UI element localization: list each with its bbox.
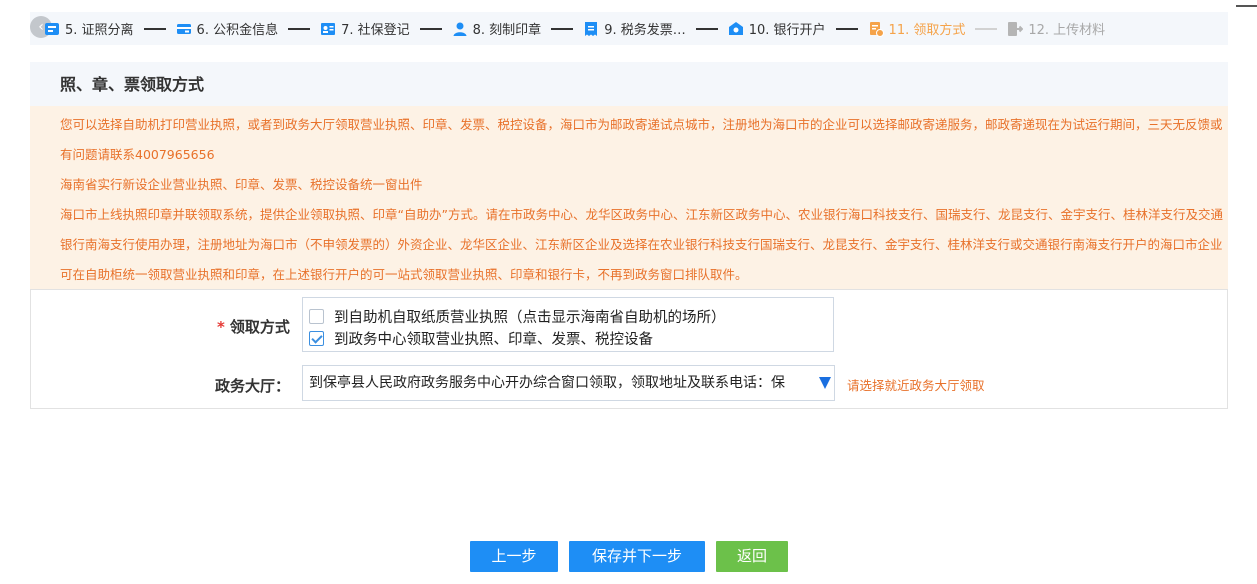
notice-box: 您可以选择自助机打印营业执照，或者到政务大厅领取营业执照、印章、发票、税控设备，… (30, 106, 1228, 289)
option-label[interactable]: 到自助机自取纸质营业执照（点击显示海南省自助机的场所） (334, 306, 726, 327)
step-label: 8. 刻制印章 (472, 23, 542, 38)
save-next-button[interactable]: 保存并下一步 (569, 541, 705, 572)
hall-label: 政务大厅： (215, 377, 291, 395)
option-label[interactable]: 到政务中心领取营业执照、印章、发票、税控设备 (334, 328, 653, 349)
pickup-form: * 领取方式 到自助机自取纸质营业执照（点击显示海南省自助机的场所） 到政务中心领… (30, 289, 1228, 409)
step-label: 5. 证照分离 (65, 23, 134, 38)
exit-icon (1008, 21, 1024, 36)
notice-line: 海口市上线执照印章并联领取系统，提供企业领取执照、印章“自助办”方式。请在市政务… (60, 207, 1223, 282)
step-9[interactable]: 9. 税务发票… (583, 19, 686, 38)
step-connector (288, 27, 311, 30)
hall-select[interactable]: 到保亭县人民政府政务服务中心开办综合窗口领取，领取地址及联系电话：保 (302, 365, 835, 401)
pickup-options: 到自助机自取纸质营业执照（点击显示海南省自助机的场所） 到政务中心领取营业执照、… (302, 297, 834, 352)
step-6[interactable]: 6. 公积金信息 (176, 19, 279, 38)
dropdown-arrow-icon[interactable] (819, 377, 831, 389)
step-label: 11. 领取方式 (888, 23, 966, 38)
pickup-method-text: 领取方式 (229, 318, 290, 336)
required-mark: * (217, 318, 225, 336)
notice-line: 海南省实行新设企业营业执照、印章、发票、税控设备统一窗出件 (60, 177, 423, 192)
back-button[interactable]: 返回 (716, 541, 788, 572)
hall-select-value: 到保亭县人民政府政务服务中心开办综合窗口领取，领取地址及联系电话：保 (309, 375, 785, 391)
step-connector (835, 27, 858, 30)
step-label: 7. 社保登记 (341, 23, 410, 38)
id-card-icon (321, 22, 336, 35)
step-10[interactable]: 10. 银行开户 (728, 19, 826, 38)
pickup-method-label: * 领取方式 (217, 316, 290, 337)
user-icon (453, 22, 467, 36)
step-8[interactable]: 8. 刻制印章 (452, 19, 542, 38)
step-connector (975, 27, 998, 30)
step-11[interactable]: 11. 领取方式 (868, 19, 966, 38)
step-connector (143, 27, 166, 30)
hall-hint: 请选择就近政务大厅领取 (847, 378, 985, 393)
top-edge-line (1236, 5, 1257, 7)
panel-title: 照、章、票领取方式 (30, 62, 1228, 106)
step-7[interactable]: 7. 社保登记 (320, 19, 410, 38)
tax-icon (585, 21, 598, 36)
checkbox-unchecked[interactable] (309, 309, 324, 324)
step-connector (551, 27, 574, 30)
step-label: 12. 上传材料 (1028, 23, 1106, 38)
step-progress-bar: ‹ 5. 证照分离 6. 公积金信息 7. 社保登记 8. 刻制印章 9. 税务… (30, 12, 1228, 45)
receipt-icon (869, 21, 884, 37)
prev-step-button[interactable]: 上一步 (470, 541, 558, 572)
option-self-service-kiosk[interactable]: 到自助机自取纸质营业执照（点击显示海南省自助机的场所） (309, 306, 726, 327)
step-label: 9. 税务发票… (604, 23, 686, 38)
option-government-center[interactable]: 到政务中心领取营业执照、印章、发票、税控设备 (309, 328, 653, 349)
step-12[interactable]: 12. 上传材料 (1007, 19, 1105, 38)
card-icon (176, 23, 191, 34)
license-icon (45, 22, 59, 35)
step-connector (695, 27, 718, 30)
step-label: 10. 银行开户 (748, 23, 826, 38)
step-5[interactable]: 5. 证照分离 (44, 19, 134, 38)
checkbox-checked[interactable] (309, 331, 324, 346)
step-label: 6. 公积金信息 (196, 23, 279, 38)
step-connector (419, 27, 442, 30)
bank-icon (728, 21, 743, 35)
notice-line: 您可以选择自助机打印营业执照，或者到政务大厅领取营业执照、印章、发票、税控设备，… (60, 117, 1223, 162)
